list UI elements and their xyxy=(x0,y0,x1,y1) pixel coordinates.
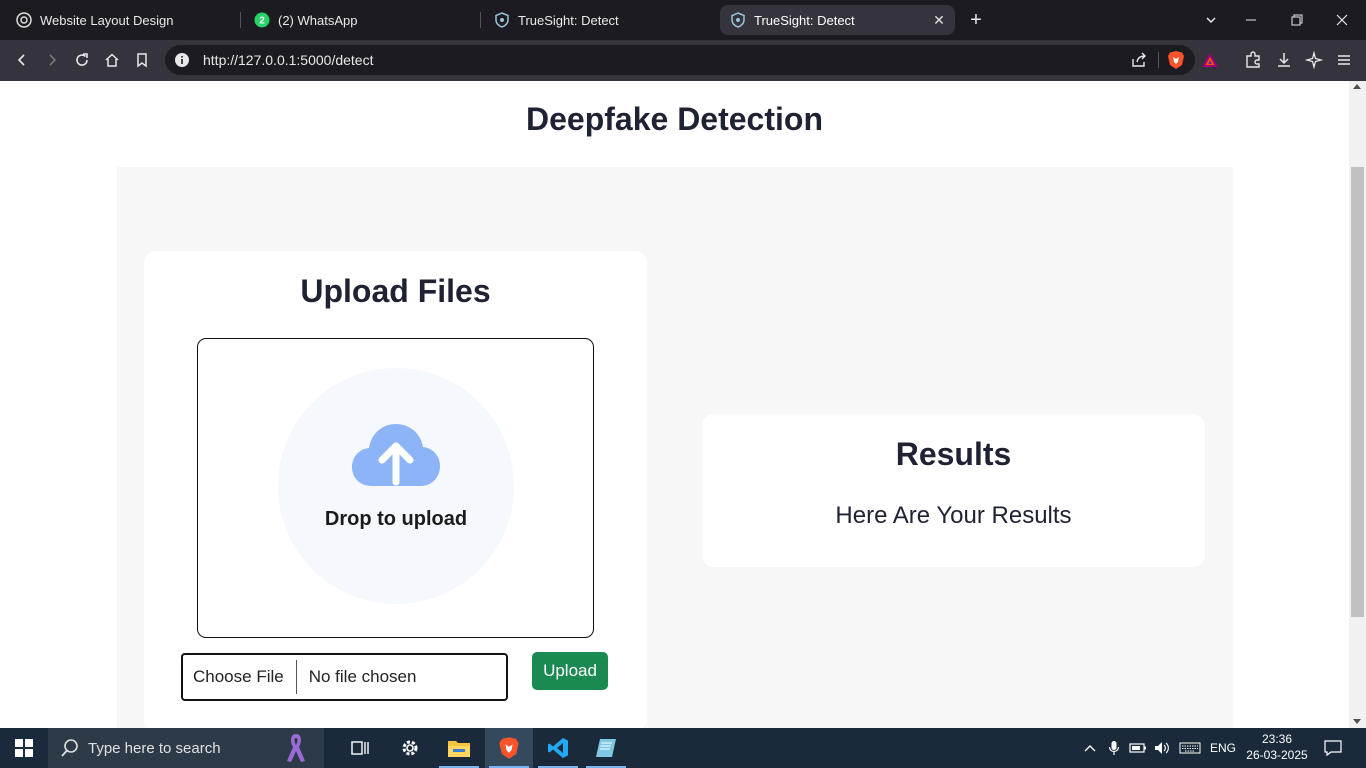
tab-title: TrueSight: Detect xyxy=(754,12,855,28)
taskbar-notepad[interactable] xyxy=(582,728,630,768)
language-indicator[interactable]: ENG xyxy=(1206,728,1240,768)
vscode-icon xyxy=(548,738,568,758)
shield-icon xyxy=(494,12,510,28)
page-title: Deepfake Detection xyxy=(526,101,823,137)
reload-button[interactable] xyxy=(70,48,94,72)
results-card: Results Here Are Your Results xyxy=(702,414,1205,567)
tab-strip: Website Layout Design 2 (2) WhatsApp Tru… xyxy=(0,0,1366,40)
extensions-icon[interactable] xyxy=(1241,48,1265,72)
shield-icon xyxy=(730,12,746,28)
search-placeholder: Type here to search xyxy=(88,739,221,757)
upload-heading: Upload Files xyxy=(300,273,491,309)
tab-search-chevron-icon[interactable] xyxy=(1199,8,1223,32)
download-icon[interactable] xyxy=(1272,48,1296,72)
chatgpt-icon xyxy=(16,12,32,28)
clock-date: 26-03-2025 xyxy=(1246,748,1308,762)
taskbar-brave[interactable] xyxy=(485,728,533,768)
file-input[interactable]: Choose File No file chosen xyxy=(181,653,508,701)
awareness-ribbon-icon[interactable] xyxy=(284,732,308,764)
scroll-thumb[interactable] xyxy=(1351,167,1364,617)
scroll-down-arrow[interactable] xyxy=(1353,719,1361,724)
drop-circle: Drop to upload xyxy=(278,368,514,604)
home-button[interactable] xyxy=(100,48,124,72)
notification-button[interactable] xyxy=(1318,728,1348,768)
tab-separator xyxy=(240,12,241,28)
notification-icon xyxy=(1324,740,1342,757)
tab-truesight-active[interactable]: TrueSight: Detect ✕ xyxy=(720,5,955,35)
forward-button[interactable] xyxy=(40,48,64,72)
tab-website-layout[interactable]: Website Layout Design xyxy=(6,5,238,35)
results-text: Here Are Your Results xyxy=(835,502,1072,529)
notepad-icon xyxy=(596,739,616,757)
whatsapp-icon: 2 xyxy=(254,12,270,28)
scrollbar[interactable] xyxy=(1349,81,1366,728)
speaker-icon xyxy=(1155,742,1169,754)
windows-icon xyxy=(15,739,33,757)
close-window-button[interactable] xyxy=(1330,8,1354,32)
gear-icon xyxy=(402,740,418,756)
taskbar-vscode[interactable] xyxy=(534,728,582,768)
brave-icon xyxy=(499,737,519,759)
menu-icon[interactable] xyxy=(1332,48,1356,72)
keyboard-tray[interactable] xyxy=(1177,728,1203,768)
brave-shields-icon[interactable] xyxy=(1167,50,1185,70)
taskbar: Type here to search ENG 23:36 26-03-2025 xyxy=(0,728,1366,768)
tab-separator xyxy=(480,12,481,28)
drop-text: Drop to upload xyxy=(324,508,468,530)
bookmark-button[interactable] xyxy=(130,48,154,72)
start-button[interactable] xyxy=(0,728,48,768)
cloud-upload-icon xyxy=(352,424,440,486)
restore-button[interactable] xyxy=(1285,8,1309,32)
tab-title: Website Layout Design xyxy=(40,12,174,28)
divider xyxy=(1158,52,1159,68)
show-hidden-icons[interactable] xyxy=(1080,728,1100,768)
close-icon[interactable]: ✕ xyxy=(931,12,947,28)
taskbar-search[interactable]: Type here to search xyxy=(48,728,324,768)
tab-title: (2) WhatsApp xyxy=(278,12,358,28)
info-icon[interactable] xyxy=(174,52,190,68)
choose-file-button[interactable]: Choose File xyxy=(183,660,297,694)
svg-text:2: 2 xyxy=(259,16,265,27)
file-status: No file chosen xyxy=(308,667,417,686)
upload-card: Upload Files Drop to upload Choose File … xyxy=(144,251,647,728)
address-bar[interactable]: http://127.0.0.1:5000/detect xyxy=(165,45,1218,75)
taskbar-settings[interactable] xyxy=(386,728,434,768)
share-icon[interactable] xyxy=(1130,51,1148,69)
tab-title: TrueSight: Detect xyxy=(518,12,619,28)
microphone-icon xyxy=(1108,741,1120,755)
back-button[interactable] xyxy=(10,48,34,72)
clock[interactable]: 23:36 26-03-2025 xyxy=(1244,731,1310,763)
battery-tray[interactable] xyxy=(1128,728,1148,768)
task-view-icon xyxy=(351,741,369,755)
tab-whatsapp[interactable]: 2 (2) WhatsApp xyxy=(244,5,476,35)
search-icon xyxy=(61,739,78,757)
drop-zone[interactable]: Drop to upload xyxy=(197,338,594,638)
brave-rewards-icon[interactable] xyxy=(1201,51,1219,69)
browser-toolbar: http://127.0.0.1:5000/detect xyxy=(0,40,1366,81)
leo-ai-icon[interactable] xyxy=(1302,48,1326,72)
tab-truesight[interactable]: TrueSight: Detect xyxy=(484,5,716,35)
chevron-up-icon xyxy=(1084,745,1096,752)
minimize-button[interactable] xyxy=(1239,8,1263,32)
task-view-button[interactable] xyxy=(336,728,384,768)
page-viewport: Deepfake Detection Upload Files Drop to … xyxy=(0,81,1366,728)
taskbar-file-explorer[interactable] xyxy=(435,728,483,768)
clock-time: 23:36 xyxy=(1261,732,1293,746)
upload-button[interactable]: Upload xyxy=(532,652,608,690)
results-heading: Results xyxy=(895,436,1012,472)
battery-icon xyxy=(1129,743,1146,753)
scroll-up-arrow[interactable] xyxy=(1353,84,1361,89)
keyboard-icon xyxy=(1179,742,1201,754)
url-text[interactable]: http://127.0.0.1:5000/detect xyxy=(203,52,373,68)
volume-tray[interactable] xyxy=(1152,728,1172,768)
new-tab-button[interactable]: + xyxy=(964,8,988,32)
main-panel: Upload Files Drop to upload Choose File … xyxy=(117,167,1233,728)
microphone-tray[interactable] xyxy=(1104,728,1124,768)
folder-icon xyxy=(448,741,470,757)
